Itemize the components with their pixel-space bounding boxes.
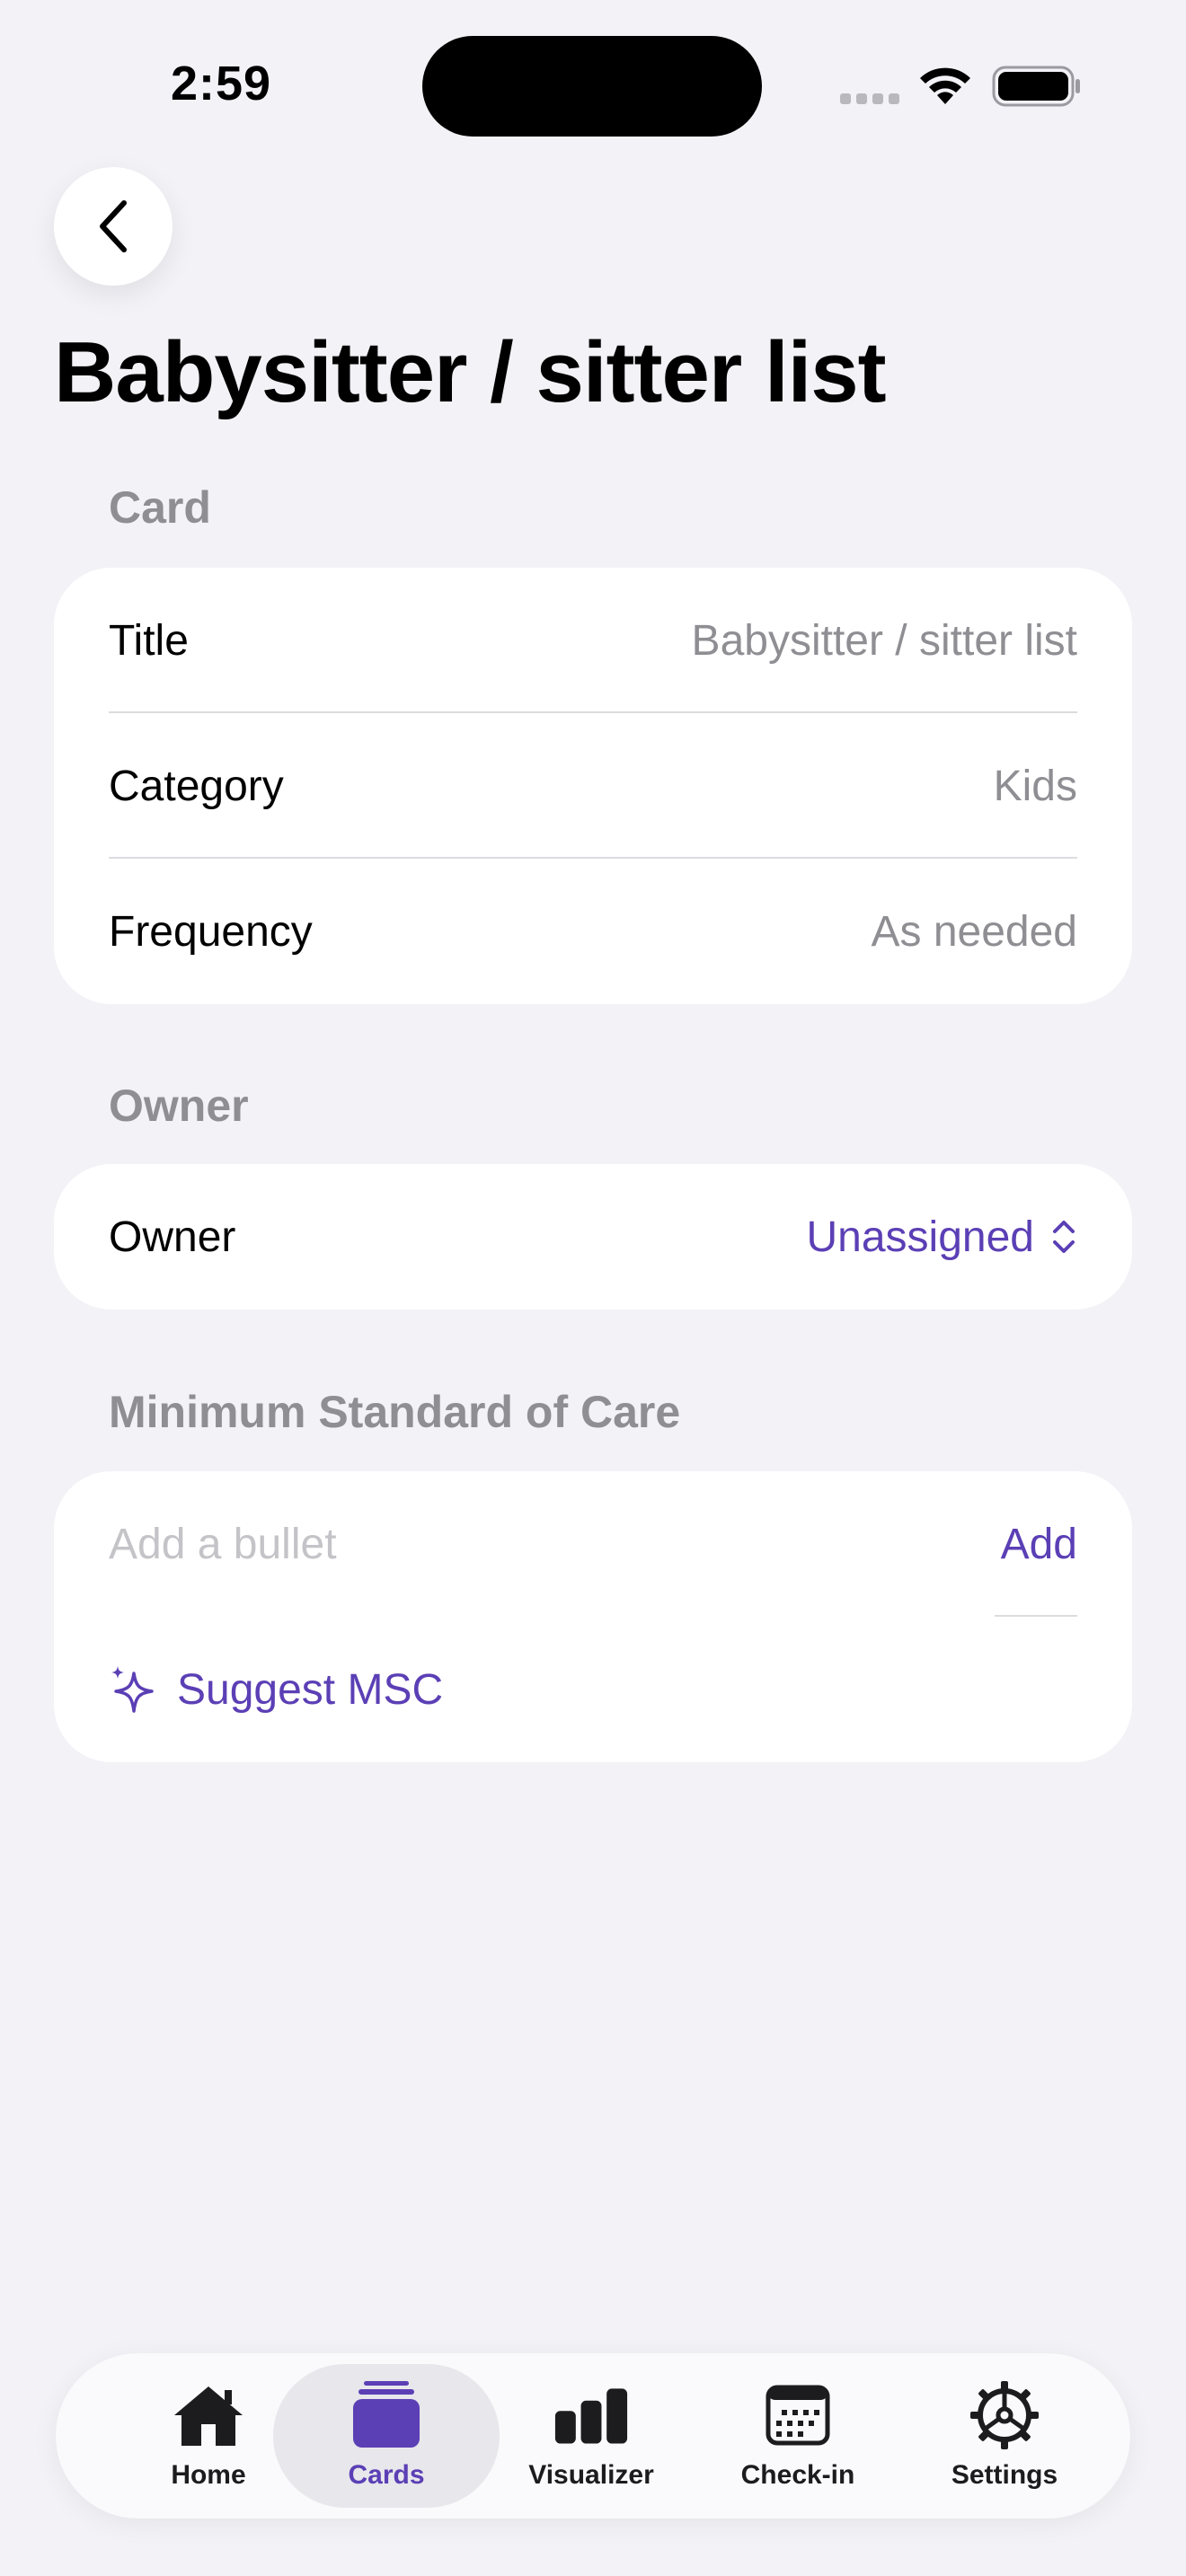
stacked-cards-icon bbox=[353, 2381, 420, 2448]
gear-icon bbox=[970, 2381, 1039, 2449]
screen: 2:59 Babysitter / sitter list Card Title… bbox=[0, 0, 1186, 2576]
dynamic-island bbox=[422, 36, 762, 137]
section-header-owner: Owner bbox=[109, 1081, 249, 1131]
add-bullet-row: Add bbox=[54, 1471, 1132, 1617]
divider bbox=[995, 1615, 1077, 1617]
tab-home[interactable]: Home bbox=[119, 2353, 298, 2519]
frequency-label: Frequency bbox=[109, 907, 313, 956]
section-header-msc: Minimum Standard of Care bbox=[109, 1387, 681, 1437]
suggest-msc-button[interactable]: Suggest MSC bbox=[54, 1617, 1132, 1762]
section-header-card: Card bbox=[109, 482, 211, 533]
frequency-value: As needed bbox=[871, 907, 1077, 956]
wifi-icon bbox=[920, 67, 970, 104]
frequency-row[interactable]: Frequency As needed bbox=[54, 859, 1132, 1004]
add-button[interactable]: Add bbox=[1001, 1520, 1077, 1569]
tab-visualizer[interactable]: Visualizer bbox=[501, 2353, 681, 2519]
category-label: Category bbox=[109, 762, 284, 810]
card-details-group: Title Babysitter / sitter list Category … bbox=[54, 568, 1132, 1004]
owner-row: Owner Unassigned bbox=[54, 1164, 1132, 1310]
tab-label: Check-in bbox=[740, 2460, 855, 2490]
suggest-msc-label: Suggest MSC bbox=[177, 1665, 444, 1714]
chevron-up-down-icon bbox=[1053, 1221, 1075, 1253]
tab-checkin[interactable]: Check-in bbox=[708, 2353, 888, 2519]
title-label: Title bbox=[109, 616, 189, 665]
status-time: 2:59 bbox=[171, 57, 272, 110]
house-icon bbox=[174, 2386, 243, 2446]
page-title: Babysitter / sitter list bbox=[54, 324, 887, 420]
battery-icon bbox=[992, 66, 1080, 107]
add-bullet-input[interactable] bbox=[109, 1519, 917, 1569]
tab-label: Visualizer bbox=[528, 2460, 654, 2490]
chevron-left-icon bbox=[100, 200, 127, 252]
back-button[interactable] bbox=[54, 167, 173, 286]
owner-label: Owner bbox=[109, 1213, 236, 1261]
category-row[interactable]: Category Kids bbox=[54, 713, 1132, 859]
sparkles-icon bbox=[111, 1666, 154, 1713]
calendar-icon bbox=[766, 2385, 830, 2446]
tab-settings[interactable]: Settings bbox=[915, 2353, 1094, 2519]
category-value: Kids bbox=[993, 762, 1077, 810]
msc-group: Add Suggest MSC bbox=[54, 1471, 1132, 1762]
title-value: Babysitter / sitter list bbox=[691, 616, 1077, 665]
owner-value: Unassigned bbox=[806, 1213, 1035, 1261]
title-row[interactable]: Title Babysitter / sitter list bbox=[54, 568, 1132, 713]
tab-bar: Home Cards Visualizer Check-in Settings bbox=[56, 2353, 1130, 2519]
cellular-signal-icon bbox=[840, 93, 899, 104]
tab-label: Settings bbox=[951, 2460, 1058, 2490]
owner-group: Owner Unassigned bbox=[54, 1164, 1132, 1310]
tab-cards[interactable]: Cards bbox=[296, 2353, 476, 2519]
owner-picker[interactable]: Unassigned bbox=[807, 1213, 1078, 1262]
tab-label: Cards bbox=[348, 2460, 425, 2490]
bar-chart-icon bbox=[554, 2388, 628, 2444]
tab-label: Home bbox=[171, 2460, 246, 2490]
